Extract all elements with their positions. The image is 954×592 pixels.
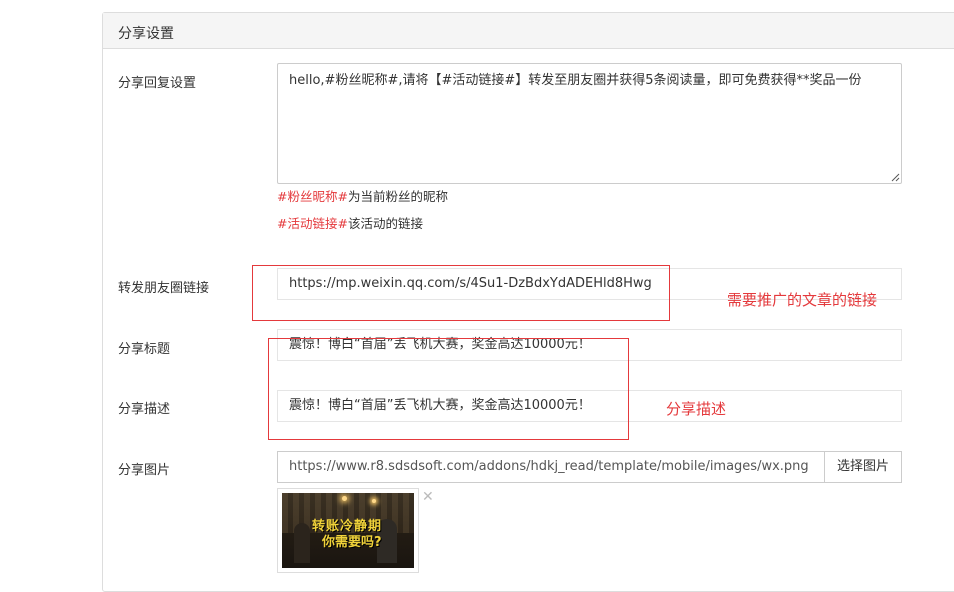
- reply-textarea[interactable]: hello,#粉丝昵称#,请将【#活动链接#】转发至朋友圈并获得5条阅读量，即可…: [277, 63, 902, 184]
- thumbnail-caption-line2: 你需要吗?: [322, 535, 382, 550]
- share-image-label: 分享图片: [118, 463, 171, 478]
- annotation-box-link: [252, 265, 670, 321]
- share-image-url-input[interactable]: https://www.r8.sdsdsoft.com/addons/hdkj_…: [277, 451, 825, 483]
- hint-text: 为当前粉丝的昵称: [347, 189, 448, 204]
- hint-tag: #粉丝昵称#: [277, 189, 348, 204]
- resize-grip-icon[interactable]: [891, 173, 900, 182]
- annotation-box-title-desc: [268, 338, 629, 440]
- hint-tag: #活动链接#: [277, 216, 348, 231]
- share-title-label: 分享标题: [118, 342, 171, 357]
- close-icon[interactable]: ✕: [422, 490, 434, 504]
- annotation-link-note: 需要推广的文章的链接: [727, 291, 878, 309]
- share-desc-label: 分享描述: [118, 402, 171, 417]
- reply-text: hello,#粉丝昵称#,请将【#活动链接#】转发至朋友圈并获得5条阅读量，即可…: [289, 73, 862, 88]
- hint-activity-link: #活动链接#该活动的链接: [277, 213, 423, 232]
- share-image-preview: 转账冷静期 你需要吗?: [277, 488, 419, 573]
- moments-link-label: 转发朋友圈链接: [118, 281, 210, 296]
- hint-text: 该活动的链接: [347, 216, 423, 231]
- reply-settings-label: 分享回复设置: [118, 76, 197, 91]
- hint-fan-nickname: #粉丝昵称#为当前粉丝的昵称: [277, 186, 448, 205]
- pick-image-button[interactable]: 选择图片: [824, 451, 902, 483]
- panel-title: 分享设置: [103, 13, 954, 49]
- share-image-thumbnail: 转账冷静期 你需要吗?: [282, 493, 414, 568]
- annotation-desc-note: 分享描述: [666, 400, 727, 418]
